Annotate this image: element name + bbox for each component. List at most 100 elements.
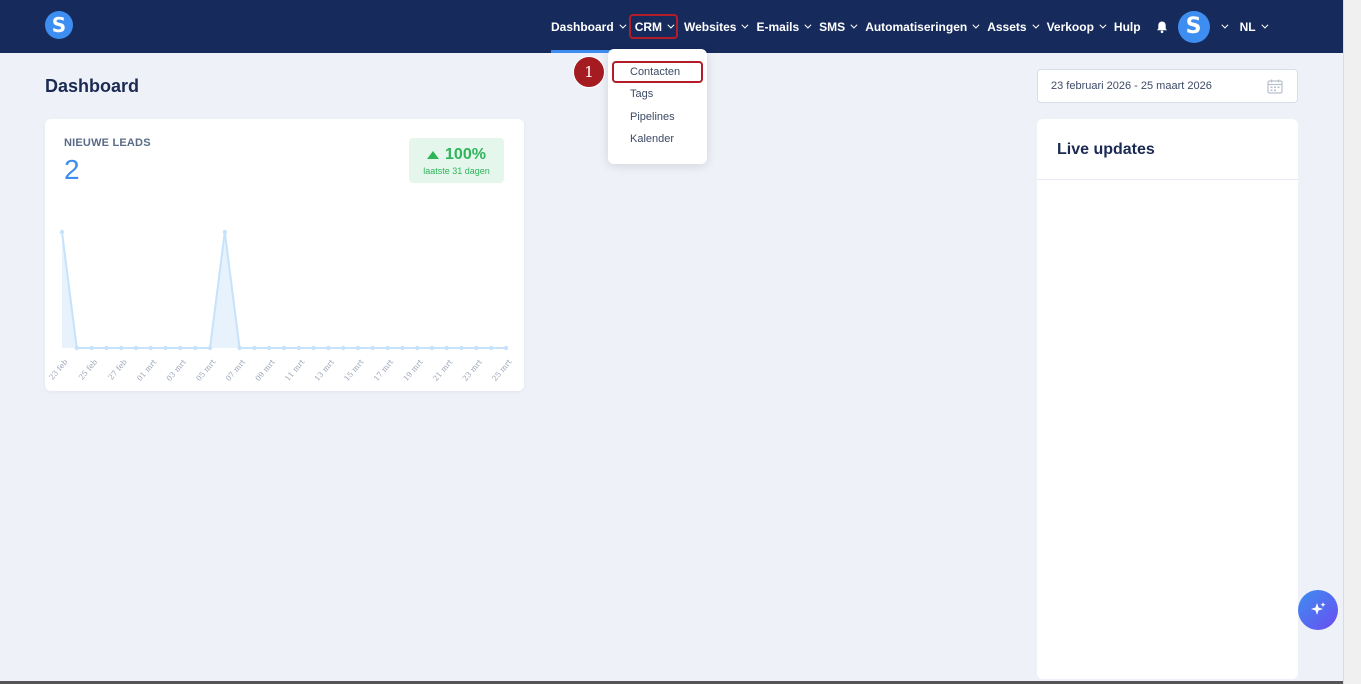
chevron-down-icon [804, 21, 812, 29]
page-scrollbar[interactable] [1343, 0, 1361, 684]
ai-assistant-button[interactable] [1298, 590, 1338, 630]
chevron-down-icon [667, 21, 675, 29]
data-point [207, 345, 213, 351]
chevron-down-icon [1260, 21, 1269, 29]
x-tick-label: 03 mrt [165, 358, 188, 383]
series-area [62, 232, 506, 348]
data-point [178, 345, 183, 351]
nav-hulp-label: Hulp [1113, 19, 1141, 34]
x-tick-label: 11 mrt [283, 358, 306, 383]
data-point [341, 345, 346, 351]
chevron-down-icon [1099, 21, 1107, 29]
nav-assets-label: Assets [987, 19, 1027, 34]
data-point [296, 345, 301, 351]
live-updates-title: Live updates [1057, 141, 1155, 158]
nav-dashboard-label: Dashboard [551, 19, 614, 34]
data-point [267, 345, 272, 351]
app-logo[interactable]: S [45, 11, 73, 39]
x-tick-label: 23 mrt [461, 358, 484, 383]
x-tick-label: 05 mrt [194, 358, 217, 383]
data-point [355, 345, 361, 351]
x-tick-label: 17 mrt [372, 358, 395, 383]
chevron-down-icon [1031, 21, 1040, 29]
chevron-down-icon [741, 21, 749, 29]
x-tick-label: 21 mrt [431, 358, 454, 383]
x-tick-label: 13 mrt [313, 358, 336, 383]
menu-item-pipelines[interactable]: Pipelines [630, 111, 675, 123]
data-point [415, 345, 420, 351]
nav-emails[interactable]: E-mails [756, 0, 812, 53]
data-point [489, 345, 494, 351]
nav-websites-label: Websites [684, 19, 737, 34]
nav-hulp[interactable]: Hulp [1114, 0, 1141, 53]
data-point [163, 345, 168, 351]
bell-icon[interactable] [1155, 20, 1169, 34]
chevron-down-icon [619, 21, 627, 29]
nav-crm[interactable]: CRM [628, 14, 679, 39]
date-range-value: 23 februari 2026 - 25 maart 2026 [1051, 80, 1212, 92]
nav-automatiseringen[interactable]: Automatiseringen [865, 0, 980, 53]
nav-websites[interactable]: Websites [684, 0, 749, 53]
data-point [237, 345, 242, 351]
menu-item-tags[interactable]: Tags [630, 88, 653, 100]
step-number-badge: 1 [573, 56, 605, 88]
nav-crm-label: CRM [634, 19, 663, 34]
new-leads-card: NIEUWE LEADS 2 100% laatste 31 dagen 23 … [45, 119, 524, 391]
x-tick-label: 19 mrt [401, 358, 424, 383]
crm-dropdown-menu: Contacten Tags Pipelines Kalender [608, 49, 707, 164]
sparkle-icon [1311, 602, 1326, 615]
data-point [385, 345, 390, 351]
avatar-menu-toggle[interactable] [1216, 0, 1229, 53]
divider [1037, 179, 1298, 180]
language-label: NL [1239, 19, 1256, 34]
nav-dashboard[interactable]: Dashboard [551, 0, 627, 53]
x-tick-label: 23 feb [47, 357, 69, 381]
user-avatar[interactable]: S [1177, 10, 1210, 43]
live-updates-panel: Live updates [1037, 119, 1298, 679]
nav-sms[interactable]: SMS [819, 0, 858, 53]
page-title: Dashboard [45, 76, 140, 96]
data-point [326, 345, 331, 351]
nav-automatiseringen-label: Automatiseringen [865, 19, 968, 34]
x-tick-label: 01 mrt [135, 358, 158, 383]
chevron-down-icon [1220, 21, 1229, 29]
data-point [311, 345, 316, 351]
data-point [74, 345, 79, 351]
top-navbar: S Dashboard CRM Websites E-mails SMS Aut… [0, 0, 1343, 53]
menu-item-contacten[interactable]: Contacten [630, 66, 680, 78]
data-point [89, 345, 94, 351]
data-point [474, 345, 479, 351]
data-point [400, 345, 405, 351]
calendar-icon [1267, 79, 1283, 94]
date-range-picker[interactable]: 23 februari 2026 - 25 maart 2026 [1037, 69, 1298, 103]
data-point [133, 345, 139, 351]
nav-emails-label: E-mails [756, 19, 800, 34]
data-point [119, 345, 124, 351]
x-tick-label: 07 mrt [224, 358, 247, 383]
data-point [444, 345, 449, 351]
x-tick-label: 25 mrt [490, 358, 513, 383]
data-point [429, 345, 435, 351]
nav-assets[interactable]: Assets [987, 0, 1040, 53]
chevron-down-icon [972, 21, 980, 29]
language-selector[interactable]: NL [1239, 0, 1269, 53]
data-point [59, 229, 65, 235]
leads-chart: 23 feb 25 feb 27 feb 01 mrt 03 mrt 05 mrt 07 m… [47, 229, 514, 383]
data-point [193, 345, 198, 351]
data-point [148, 345, 153, 351]
data-point [104, 345, 109, 351]
main-nav: Dashboard CRM Websites E-mails SMS Autom… [551, 0, 1276, 53]
nav-verkoop-label: Verkoop [1046, 19, 1094, 34]
x-tick-label: 09 mrt [253, 358, 276, 383]
data-point [281, 345, 287, 351]
data-point [370, 345, 375, 351]
data-point [503, 345, 509, 351]
data-point [252, 345, 257, 351]
x-tick-label: 15 mrt [342, 358, 365, 383]
x-tick-label: 27 feb [106, 357, 128, 381]
data-point [222, 229, 227, 235]
nav-sms-label: SMS [819, 19, 846, 34]
menu-item-kalender[interactable]: Kalender [630, 133, 674, 145]
nav-verkoop[interactable]: Verkoop [1046, 0, 1107, 53]
chevron-down-icon [850, 21, 858, 29]
